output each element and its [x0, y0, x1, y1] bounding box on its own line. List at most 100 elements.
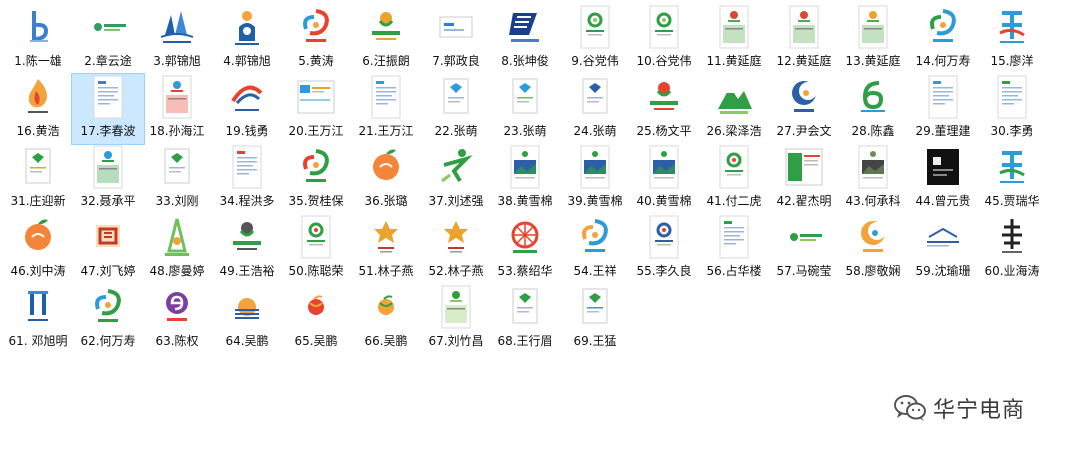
file-item[interactable]: 42.翟杰明 — [768, 144, 840, 214]
file-name: 53.蔡绍华 — [497, 264, 553, 278]
file-item[interactable]: 30.李勇 — [976, 74, 1048, 144]
file-item[interactable]: 50.陈聪荣 — [280, 214, 352, 284]
file-item[interactable]: 21.王万江 — [350, 74, 422, 144]
file-item[interactable]: 31.庄迎新 — [2, 144, 74, 214]
file-thumbnail — [575, 145, 615, 189]
file-item[interactable]: 67.刘竹昌 — [420, 284, 492, 354]
file-item[interactable]: 27.尹会文 — [768, 74, 840, 144]
file-item[interactable]: 35.贺桂保 — [280, 144, 352, 214]
file-item[interactable]: 57.马碗莹 — [768, 214, 840, 284]
file-name: 4.郭锦旭 — [223, 54, 271, 68]
file-name: 35.贺桂保 — [288, 194, 344, 208]
file-item[interactable]: 56.占华楼 — [698, 214, 770, 284]
file-thumbnail — [784, 215, 824, 259]
file-item[interactable]: 65.吴鹏 — [280, 284, 352, 354]
file-name: 18.孙海江 — [149, 124, 205, 138]
file-item[interactable]: 62.何万寿 — [72, 284, 144, 354]
file-item[interactable]: 29.董理建 — [907, 74, 979, 144]
file-name: 37.刘述强 — [428, 194, 484, 208]
file-item[interactable]: 47.刘飞婷 — [72, 214, 144, 284]
file-item[interactable]: 15.廖洋 — [976, 4, 1048, 74]
file-thumbnail — [644, 145, 684, 189]
file-thumbnail — [644, 75, 684, 119]
file-item[interactable]: 52.林子燕 — [420, 214, 492, 284]
file-item[interactable]: 48.廖曼婷 — [141, 214, 213, 284]
file-item[interactable]: 55.李久良 — [628, 214, 700, 284]
file-item[interactable]: 58.廖敬娴 — [837, 214, 909, 284]
file-item[interactable]: 49.王浩裕 — [211, 214, 283, 284]
file-item[interactable]: 10.谷党伟 — [628, 4, 700, 74]
file-thumbnail — [575, 215, 615, 259]
file-thumbnail — [505, 5, 545, 49]
file-item[interactable]: 39.黄雪棉 — [559, 144, 631, 214]
file-item[interactable]: 8.张坤俊 — [489, 4, 561, 74]
file-name: 10.谷党伟 — [636, 54, 692, 68]
file-item[interactable]: 9.谷党伟 — [559, 4, 631, 74]
file-item[interactable]: 20.王万江 — [280, 74, 352, 144]
file-item[interactable]: 3.郭锦旭 — [141, 4, 213, 74]
file-thumbnail — [923, 215, 963, 259]
file-thumbnail — [18, 5, 58, 49]
file-item[interactable]: 1.陈一雄 — [2, 4, 74, 74]
file-item[interactable]: 28.陈鑫 — [837, 74, 909, 144]
file-item[interactable]: 4.郭锦旭 — [211, 4, 283, 74]
file-thumbnail — [157, 215, 197, 259]
file-name: 55.李久良 — [636, 264, 692, 278]
file-item[interactable]: 7.郭政良 — [420, 4, 492, 74]
file-item[interactable]: 36.张璐 — [350, 144, 422, 214]
file-name: 43.何承科 — [845, 194, 901, 208]
file-item[interactable]: 16.黄浩 — [2, 74, 74, 144]
file-name: 31.庄迎新 — [10, 194, 66, 208]
file-item[interactable]: 59.沈瑜珊 — [907, 214, 979, 284]
file-thumbnail — [296, 215, 336, 259]
file-item[interactable]: 2.章云途 — [72, 4, 144, 74]
file-item[interactable]: 43.何承科 — [837, 144, 909, 214]
file-item[interactable]: 18.孙海江 — [141, 74, 213, 144]
file-item[interactable]: 11.黄延庭 — [698, 4, 770, 74]
file-item[interactable]: 45.贾瑞华 — [976, 144, 1048, 214]
file-item[interactable]: 25.杨文平 — [628, 74, 700, 144]
file-item[interactable]: 34.程洪多 — [211, 144, 283, 214]
file-item[interactable]: 40.黄雪棉 — [628, 144, 700, 214]
file-item[interactable]: 41.付二虎 — [698, 144, 770, 214]
file-item[interactable]: 23.张萌 — [489, 74, 561, 144]
file-item[interactable]: 14.何万寿 — [907, 4, 979, 74]
file-item[interactable]: 46.刘中涛 — [2, 214, 74, 284]
file-item[interactable]: 51.林子燕 — [350, 214, 422, 284]
file-item[interactable]: 38.黄雪棉 — [489, 144, 561, 214]
file-item[interactable]: 17.李春波 — [71, 73, 145, 145]
file-name: 62.何万寿 — [80, 334, 136, 348]
file-item[interactable]: 13.黄延庭 — [837, 4, 909, 74]
file-item[interactable]: 22.张萌 — [420, 74, 492, 144]
file-thumbnail — [18, 215, 58, 259]
file-item[interactable]: 60.业海涛 — [976, 214, 1048, 284]
file-item[interactable]: 61. 邓旭明 — [2, 284, 74, 354]
file-item[interactable]: 5.黄涛 — [280, 4, 352, 74]
file-item[interactable]: 63.陈权 — [141, 284, 213, 354]
file-thumbnail — [505, 75, 545, 119]
file-item[interactable]: 33.刘刚 — [141, 144, 213, 214]
file-item[interactable]: 26.梁泽浩 — [698, 74, 770, 144]
file-name: 68.王行眉 — [497, 334, 553, 348]
file-thumbnail — [227, 215, 267, 259]
file-item[interactable]: 44.曾元贵 — [907, 144, 979, 214]
file-item[interactable]: 64.吴鹏 — [211, 284, 283, 354]
file-item[interactable]: 66.吴鹏 — [350, 284, 422, 354]
file-thumbnail — [366, 285, 406, 329]
file-item[interactable]: 69.王猛 — [559, 284, 631, 354]
file-thumbnail — [366, 215, 406, 259]
file-item[interactable]: 12.黄延庭 — [768, 4, 840, 74]
file-thumbnail — [436, 145, 476, 189]
file-item[interactable]: 6.汪振朗 — [350, 4, 422, 74]
file-item[interactable]: 54.王祥 — [559, 214, 631, 284]
file-name: 49.王浩裕 — [219, 264, 275, 278]
file-item[interactable]: 24.张萌 — [559, 74, 631, 144]
file-item[interactable]: 68.王行眉 — [489, 284, 561, 354]
file-item[interactable]: 19.钱勇 — [211, 74, 283, 144]
file-item[interactable]: 53.蔡绍华 — [489, 214, 561, 284]
file-item[interactable]: 32.聂承平 — [72, 144, 144, 214]
file-thumbnail — [227, 75, 267, 119]
file-item[interactable]: 37.刘述强 — [420, 144, 492, 214]
file-name: 8.张坤俊 — [501, 54, 549, 68]
file-name: 6.汪振朗 — [362, 54, 410, 68]
